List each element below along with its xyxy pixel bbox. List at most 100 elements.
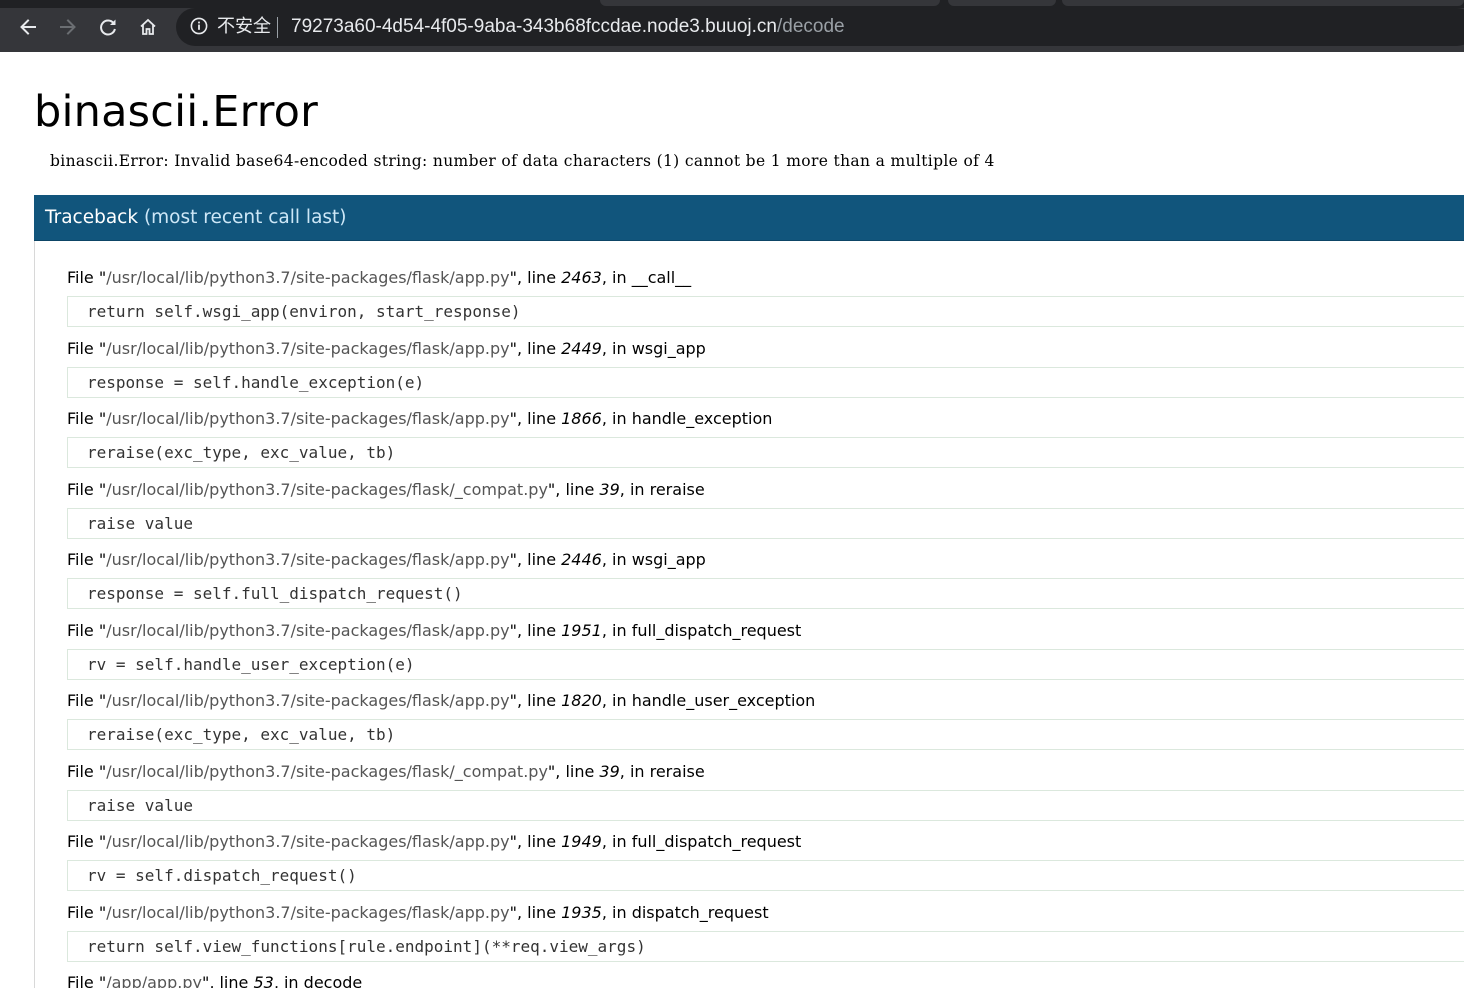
reload-icon bbox=[100, 19, 116, 36]
source-code: reraise(exc_type, exc_value, tb) bbox=[87, 443, 396, 462]
frame-in-word: , in bbox=[601, 339, 632, 358]
frame-function-name: wsgi_app bbox=[631, 550, 706, 569]
source-code: response = self.handle_exception(e) bbox=[87, 373, 425, 392]
frame-filename: /usr/local/lib/python3.7/site-packages/f… bbox=[106, 691, 510, 710]
frame-file-prefix: File " bbox=[67, 762, 107, 781]
frame-line-word: ", line bbox=[547, 762, 600, 781]
frame-function-name: handle_user_exception bbox=[631, 691, 816, 710]
frame-line-word: ", line bbox=[201, 973, 254, 988]
frame-location: File "/usr/local/lib/python3.7/site-pack… bbox=[67, 266, 691, 290]
source-code: reraise(exc_type, exc_value, tb) bbox=[87, 725, 396, 744]
frame-source-line[interactable]: rv = self.dispatch_request() bbox=[67, 860, 1464, 891]
frame-line-word: ", line bbox=[509, 268, 562, 287]
tab-edge[interactable] bbox=[948, 0, 1056, 6]
url-path[interactable]: /decode bbox=[777, 16, 845, 37]
frame-source-line[interactable]: raise value bbox=[67, 790, 1464, 821]
frame-line-number: 1935 bbox=[561, 903, 602, 922]
frame-source-line[interactable]: reraise(exc_type, exc_value, tb) bbox=[67, 437, 1464, 468]
traceback-title: Traceback bbox=[45, 207, 139, 228]
frame-line-word: ", line bbox=[509, 339, 562, 358]
tab-edge[interactable] bbox=[600, 0, 940, 6]
security-status-label[interactable]: 不安全 bbox=[217, 14, 271, 40]
frame-in-word: , in bbox=[619, 762, 650, 781]
frame-filename: /usr/local/lib/python3.7/site-packages/f… bbox=[106, 339, 510, 358]
url-text[interactable]: 79273a60-4d54-4f05-9aba-343b68fccdae.nod… bbox=[291, 14, 845, 40]
frame-line-number: 2449 bbox=[561, 339, 602, 358]
source-code: raise value bbox=[87, 796, 193, 815]
frame-line-number: 1820 bbox=[561, 691, 602, 710]
frame-in-word: , in bbox=[601, 832, 632, 851]
frame-filename: /usr/local/lib/python3.7/site-packages/f… bbox=[106, 903, 510, 922]
frame-in-word: , in bbox=[619, 480, 650, 499]
frame-line-number: 39 bbox=[599, 480, 620, 499]
frame-in-word: , in bbox=[601, 903, 632, 922]
source-code: rv = self.dispatch_request() bbox=[87, 866, 357, 885]
frame-line-word: ", line bbox=[509, 409, 562, 428]
frame-location: File "/usr/local/lib/python3.7/site-pack… bbox=[67, 760, 705, 784]
frame-in-word: , in bbox=[601, 621, 632, 640]
source-code: response = self.full_dispatch_request() bbox=[87, 584, 463, 603]
source-code: return self.view_functions[rule.endpoint… bbox=[87, 937, 646, 956]
frame-source-line[interactable]: return self.view_functions[rule.endpoint… bbox=[67, 931, 1464, 962]
frame-source-line[interactable]: return self.wsgi_app(environ, start_resp… bbox=[67, 296, 1464, 327]
traceback-frames: File "/usr/local/lib/python3.7/site-pack… bbox=[34, 241, 1464, 988]
frame-function-name: __call__ bbox=[631, 268, 692, 287]
frame-filename: /usr/local/lib/python3.7/site-packages/f… bbox=[106, 268, 510, 287]
frame-source-line[interactable]: response = self.handle_exception(e) bbox=[67, 367, 1464, 398]
frame-location: File "/usr/local/lib/python3.7/site-pack… bbox=[67, 478, 705, 502]
frame-line-number: 39 bbox=[599, 762, 620, 781]
frame-line-number: 2446 bbox=[561, 550, 602, 569]
traceback-note: (most recent call last) bbox=[143, 207, 347, 228]
frame-line-number: 2463 bbox=[561, 268, 602, 287]
source-code: raise value bbox=[87, 514, 193, 533]
frame-location: File "/usr/local/lib/python3.7/site-pack… bbox=[67, 548, 706, 572]
frame-function-name: full_dispatch_request bbox=[631, 621, 802, 640]
frame-location: File "/usr/local/lib/python3.7/site-pack… bbox=[67, 830, 801, 854]
frame-file-prefix: File " bbox=[67, 691, 107, 710]
frame-filename: /app/app.py bbox=[106, 973, 202, 988]
frame-file-prefix: File " bbox=[67, 621, 107, 640]
frame-in-word: , in bbox=[601, 409, 632, 428]
frame-line-number: 1951 bbox=[561, 621, 602, 640]
frame-function-name: reraise bbox=[649, 762, 705, 781]
frame-location: File "/usr/local/lib/python3.7/site-pack… bbox=[67, 901, 769, 925]
frame-line-word: ", line bbox=[509, 621, 562, 640]
frame-line-word: ", line bbox=[509, 550, 562, 569]
browser-toolbar: 不安全 79273a60-4d54-4f05-9aba-343b68fccdae… bbox=[0, 0, 1464, 52]
frame-source-line[interactable]: rv = self.handle_user_exception(e) bbox=[67, 649, 1464, 680]
back-button[interactable] bbox=[13, 12, 43, 42]
frame-file-prefix: File " bbox=[67, 480, 107, 499]
frame-file-prefix: File " bbox=[67, 903, 107, 922]
home-button[interactable] bbox=[133, 12, 163, 42]
frame-source-line[interactable]: raise value bbox=[67, 508, 1464, 539]
info-icon[interactable] bbox=[190, 17, 208, 35]
frame-line-word: ", line bbox=[509, 903, 562, 922]
frame-filename: /usr/local/lib/python3.7/site-packages/f… bbox=[106, 409, 510, 428]
frame-file-prefix: File " bbox=[67, 268, 107, 287]
tab-edge[interactable] bbox=[1062, 0, 1464, 6]
frame-location: File "/usr/local/lib/python3.7/site-pack… bbox=[67, 619, 801, 643]
divider bbox=[277, 17, 278, 38]
frame-file-prefix: File " bbox=[67, 409, 107, 428]
frame-source-line[interactable]: response = self.full_dispatch_request() bbox=[67, 578, 1464, 609]
frame-function-name: wsgi_app bbox=[631, 339, 706, 358]
frame-function-name: full_dispatch_request bbox=[631, 832, 802, 851]
reload-button[interactable] bbox=[93, 12, 123, 42]
frame-function-name: handle_exception bbox=[631, 409, 773, 428]
arrow-left-icon bbox=[20, 19, 36, 35]
frame-location: File "/usr/local/lib/python3.7/site-pack… bbox=[67, 689, 815, 713]
frame-line-number: 53 bbox=[253, 973, 274, 988]
source-code: return self.wsgi_app(environ, start_resp… bbox=[87, 302, 521, 321]
url-host[interactable]: 79273a60-4d54-4f05-9aba-343b68fccdae.nod… bbox=[291, 16, 777, 37]
frame-filename: /usr/local/lib/python3.7/site-packages/f… bbox=[106, 621, 510, 640]
frame-filename: /usr/local/lib/python3.7/site-packages/f… bbox=[106, 832, 510, 851]
frame-in-word: , in bbox=[601, 550, 632, 569]
frame-line-word: ", line bbox=[547, 480, 600, 499]
frame-in-word: , in bbox=[601, 268, 632, 287]
frame-file-prefix: File " bbox=[67, 832, 107, 851]
error-message: binascii.Error: Invalid base64-encoded s… bbox=[50, 152, 995, 170]
frame-source-line[interactable]: reraise(exc_type, exc_value, tb) bbox=[67, 719, 1464, 750]
forward-button[interactable] bbox=[53, 12, 83, 42]
traceback-header[interactable]: Traceback (most recent call last) bbox=[34, 195, 1464, 241]
frame-filename: /usr/local/lib/python3.7/site-packages/f… bbox=[106, 480, 548, 499]
